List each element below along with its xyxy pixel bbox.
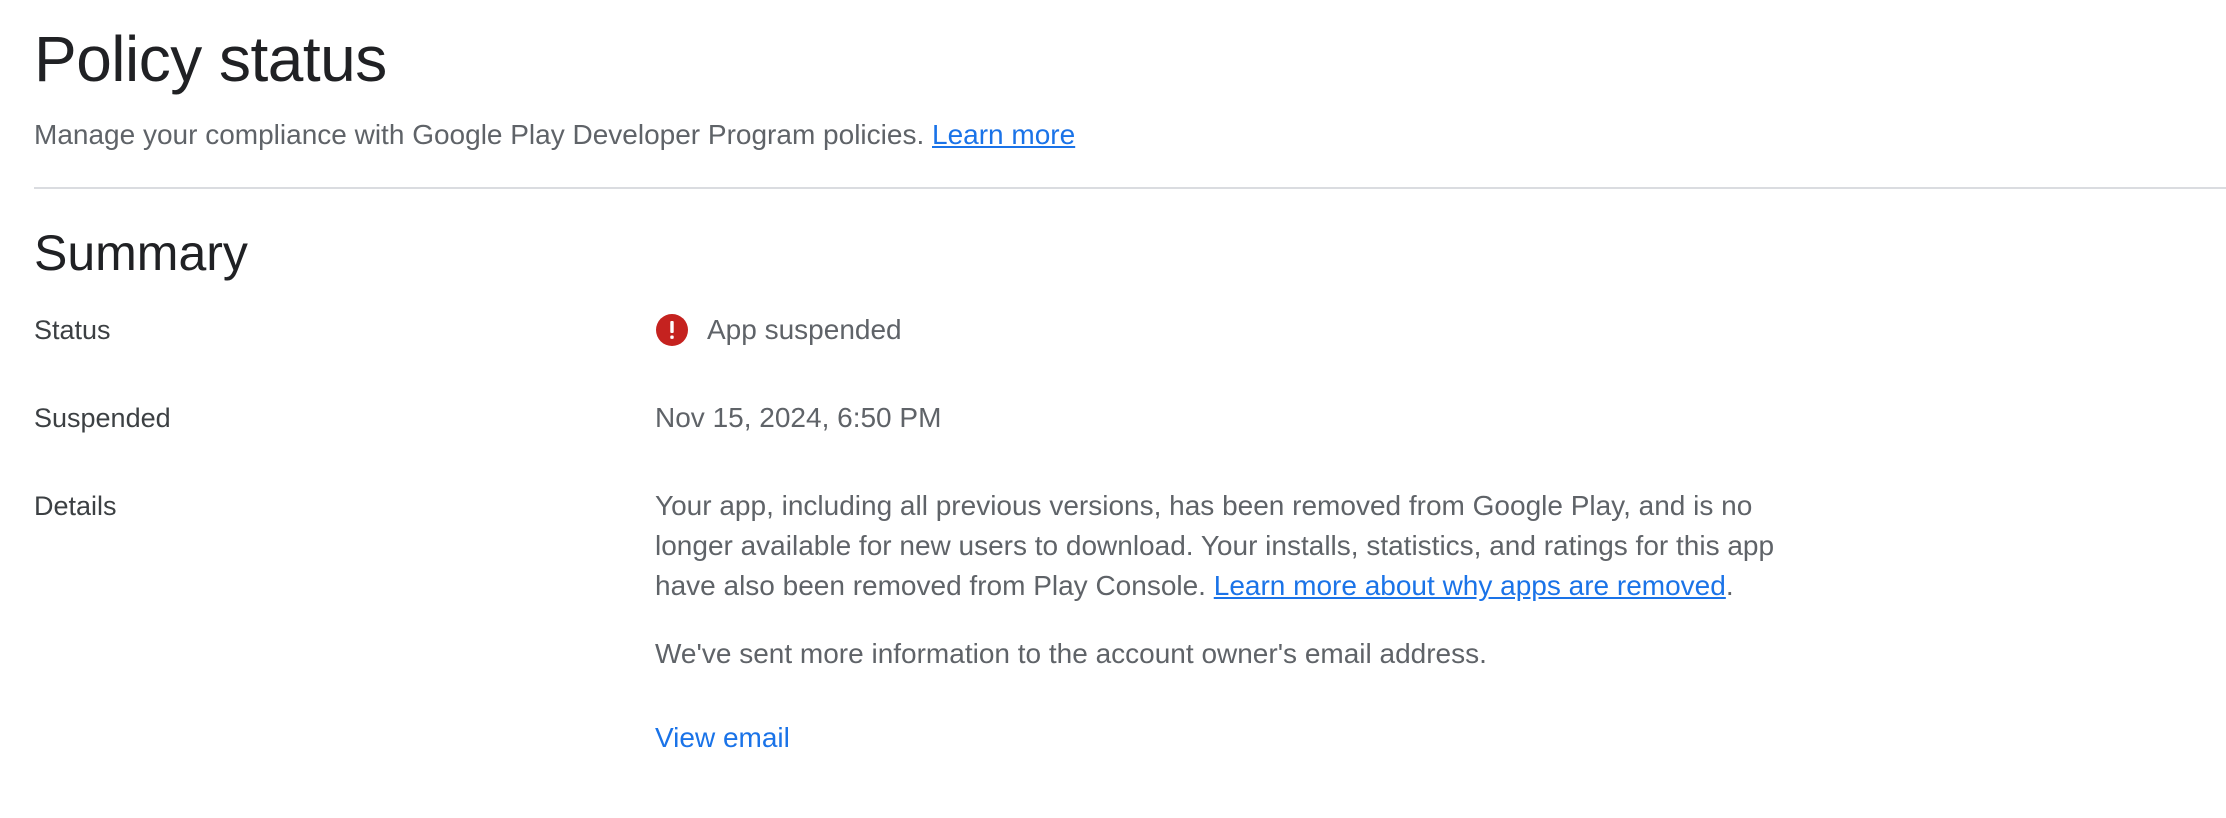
email-note: We've sent more information to the accou… <box>655 638 1487 669</box>
suspended-label: Suspended <box>34 403 171 433</box>
details-content: Your app, including all previous version… <box>655 486 1835 758</box>
summary-title: Summary <box>34 225 248 281</box>
status-value: App suspended <box>655 310 902 350</box>
status-text: App suspended <box>707 314 902 345</box>
header-divider <box>34 187 2226 189</box>
page-subtitle: Manage your compliance with Google Play … <box>34 115 1075 155</box>
error-icon <box>655 313 689 347</box>
details-label: Details <box>34 491 117 521</box>
learn-more-removed-link[interactable]: Learn more about why apps are removed <box>1214 570 1726 601</box>
learn-more-link[interactable]: Learn more <box>932 119 1075 150</box>
details-paragraph: Your app, including all previous version… <box>655 486 1835 606</box>
status-label: Status <box>34 315 111 345</box>
subtitle-text: Manage your compliance with Google Play … <box>34 119 925 150</box>
view-email-button[interactable]: View email <box>655 718 790 758</box>
details-link-suffix: . <box>1725 570 1734 601</box>
suspended-date: Nov 15, 2024, 6:50 PM <box>655 402 942 433</box>
page-title: Policy status <box>34 23 387 95</box>
